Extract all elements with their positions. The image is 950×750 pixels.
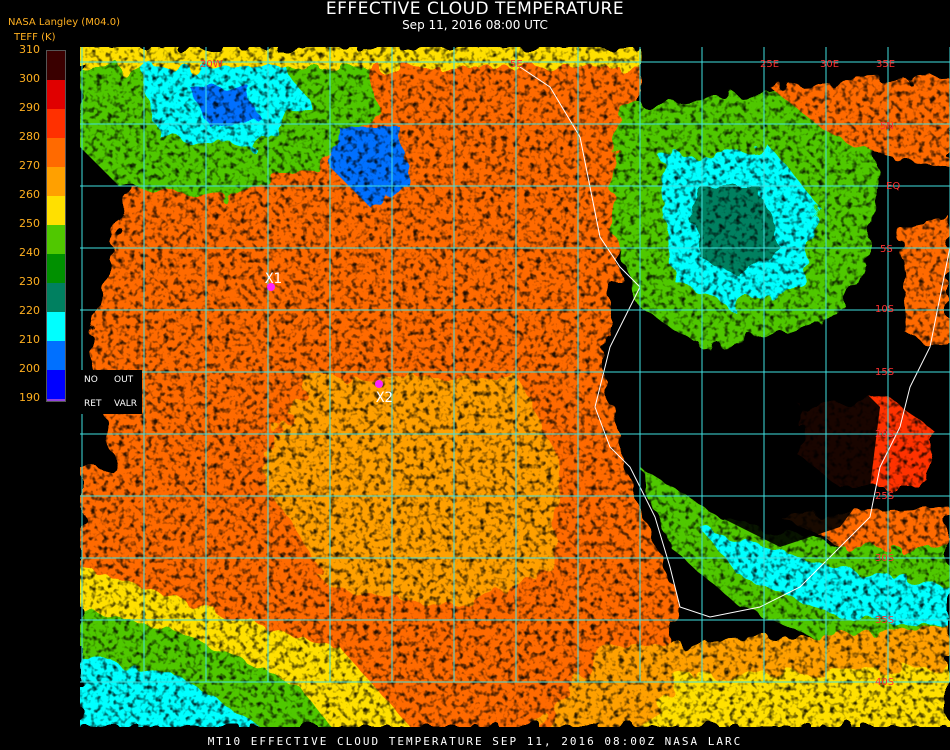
color-scale-legend — [46, 50, 66, 402]
organization-label: NASA Langley (M04.0) — [8, 17, 120, 28]
legend-tick: 200 — [19, 362, 40, 375]
legend-tick: 250 — [19, 217, 40, 230]
legend-tick: 310 — [19, 43, 40, 56]
legend-tick: 270 — [19, 159, 40, 172]
satellite-map[interactable]: X1 X2 5N EQ 5S 10S 15S 20S 25S 30S 35S 4… — [80, 47, 950, 727]
legend-swatch — [47, 138, 65, 167]
lat-label: 5N — [880, 121, 894, 132]
lon-label: 5E — [510, 59, 523, 70]
flag-no: NO — [84, 375, 98, 385]
legend-tick: 260 — [19, 188, 40, 201]
marker-x2-label: X2 — [376, 390, 393, 406]
legend-swatch — [47, 399, 65, 401]
legend-tick: 230 — [19, 275, 40, 288]
lat-label: 25S — [875, 491, 894, 502]
marker-x1-label: X1 — [265, 271, 282, 287]
legend-tick: 190 — [19, 391, 40, 404]
timestamp: Sep 11, 2016 08:00 UTC — [402, 18, 548, 32]
variable-label: TEFF (K) — [14, 32, 56, 43]
lat-label: EQ — [886, 181, 900, 192]
lon-label: 20W — [200, 59, 223, 70]
legend-swatch — [47, 167, 65, 196]
lat-label: 5S — [880, 244, 893, 255]
legend-swatch — [47, 51, 65, 80]
lon-label: 35E — [876, 59, 895, 70]
legend-swatch — [47, 254, 65, 283]
flag-valr: VALR — [114, 399, 138, 409]
lon-label: 25E — [760, 59, 779, 70]
flag-out: OUT — [114, 375, 134, 385]
lat-label: 10S — [875, 304, 894, 315]
legend-tick: 220 — [19, 304, 40, 317]
legend-tick: 210 — [19, 333, 40, 346]
lat-label: 20S — [875, 429, 894, 440]
legend-swatch — [47, 225, 65, 254]
lat-label: 40S — [875, 677, 894, 688]
legend-swatch — [47, 283, 65, 312]
legend-swatch — [47, 312, 65, 341]
legend-swatch — [47, 80, 65, 109]
legend-tick: 280 — [19, 130, 40, 143]
legend-tick: 290 — [19, 101, 40, 114]
lat-label: 35S — [875, 615, 894, 626]
flag-legend: NO OUT RET VALR — [80, 370, 142, 414]
page-title: EFFECTIVE CLOUD TEMPERATURE — [325, 0, 625, 19]
legend-tick: 240 — [19, 246, 40, 259]
legend-swatch — [47, 196, 65, 225]
legend-tick: 300 — [19, 72, 40, 85]
legend-swatch — [47, 370, 65, 399]
lat-label: 15S — [875, 367, 894, 378]
lon-label: 30E — [820, 59, 839, 70]
flag-ret: RET — [84, 399, 102, 409]
footer-caption: MT10 EFFECTIVE CLOUD TEMPERATURE SEP 11,… — [207, 735, 743, 748]
legend-swatch — [47, 341, 65, 370]
legend-swatch — [47, 109, 65, 138]
lat-label: 30S — [875, 553, 894, 564]
